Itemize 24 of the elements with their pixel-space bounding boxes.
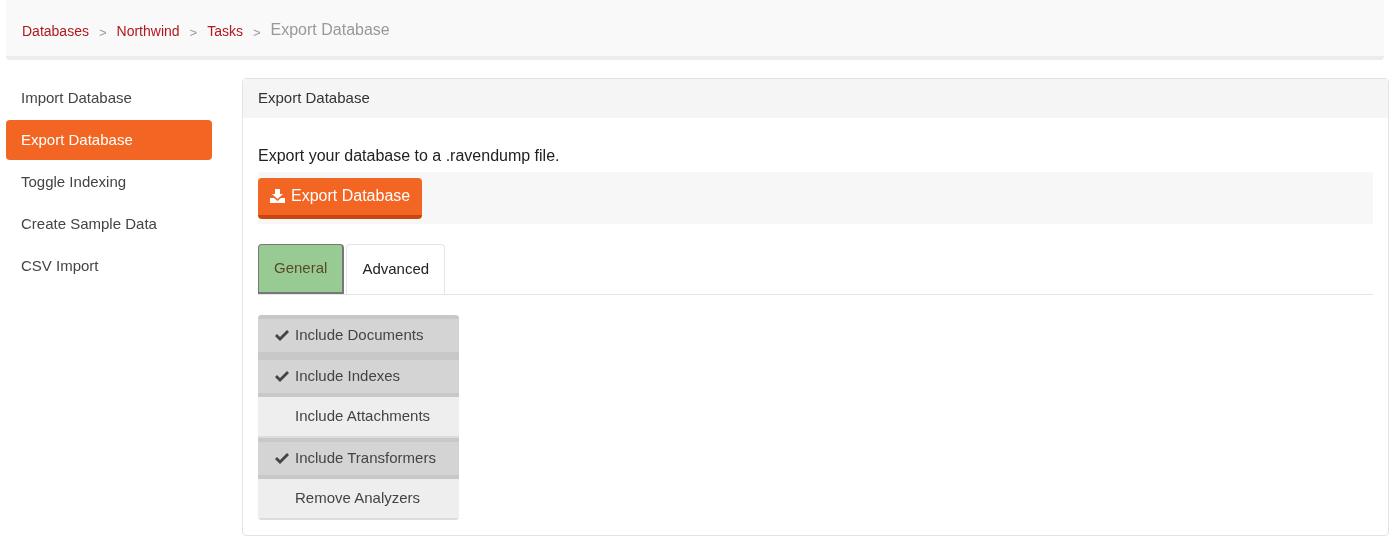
sidebar-item[interactable]: Import Database [6, 78, 212, 118]
breadcrumb-current: Export Database [270, 20, 390, 40]
check-icon [274, 329, 289, 342]
sidebar-item[interactable]: Toggle Indexing [6, 162, 212, 202]
breadcrumb-link[interactable]: Northwind [116, 21, 180, 42]
breadcrumb-link[interactable]: Tasks [207, 21, 243, 42]
option-toggle[interactable]: Include Indexes [258, 356, 459, 397]
check-icon [274, 452, 289, 465]
option-toggle[interactable]: Remove Analyzers [258, 479, 459, 520]
panel-title: Export Database [258, 88, 370, 109]
check-icon [274, 370, 289, 383]
option-toggle[interactable]: Include Transformers [258, 438, 459, 479]
sidebar-item[interactable]: CSV Import [6, 246, 212, 286]
download-icon [270, 189, 285, 203]
option-toggle[interactable]: Include Documents [258, 315, 459, 356]
sidebar-item[interactable]: Create Sample Data [6, 204, 212, 244]
breadcrumb-link[interactable]: Databases [22, 21, 89, 42]
option-toggle[interactable]: Include Attachments [258, 397, 459, 438]
tab[interactable]: General [258, 244, 345, 294]
breadcrumb-separator: > [252, 23, 261, 42]
description: Export your database to a .ravendump file. [258, 146, 561, 166]
breadcrumb-separator: > [189, 23, 198, 42]
breadcrumb-separator: > [98, 23, 107, 42]
tab[interactable]: Advanced [346, 244, 446, 294]
